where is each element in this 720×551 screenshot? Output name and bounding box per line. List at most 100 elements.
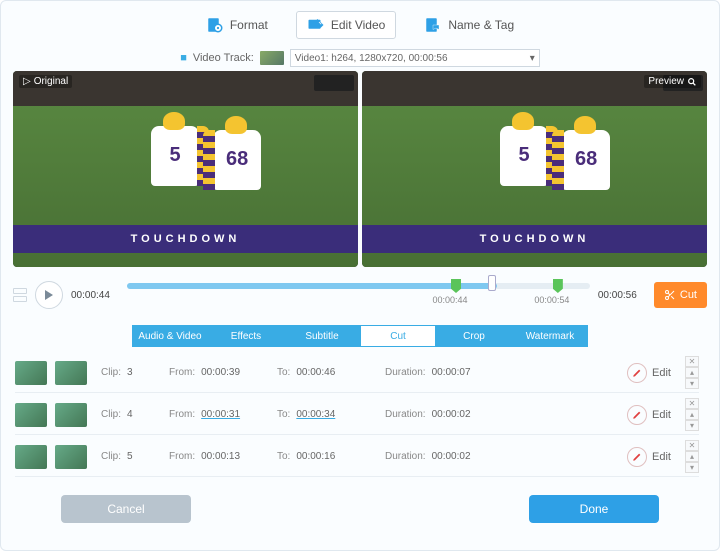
to-label: To:: [277, 409, 290, 420]
clip-number: 5: [127, 451, 133, 462]
tab-edit-video[interactable]: Edit Video: [296, 11, 397, 39]
tab-format-label: Format: [230, 18, 268, 32]
play-button[interactable]: [35, 281, 63, 309]
move-up-button[interactable]: ▴: [685, 409, 699, 420]
frame-back-button[interactable]: [13, 288, 27, 294]
pencil-icon: [627, 447, 647, 467]
cut-end-marker[interactable]: [553, 279, 563, 293]
edit-label: Edit: [652, 451, 671, 463]
edit-clip-button[interactable]: Edit: [627, 363, 671, 383]
clip-thumb: [15, 403, 47, 427]
duration-label: Duration:: [385, 409, 426, 420]
timeline-knob[interactable]: [488, 275, 496, 291]
clip-label: Clip:: [101, 451, 121, 462]
to-label: To:: [277, 367, 290, 378]
play-icon: [44, 290, 54, 300]
duration-value: 00:00:07: [432, 367, 471, 378]
clip-number: 4: [127, 409, 133, 420]
preview-output: 5 68 TOUCHDOWN Preview: [362, 71, 707, 267]
pencil-icon: [627, 405, 647, 425]
clip-row: Clip: 5 From: 00:00:13 To: 00:00:16 Duration: 0…: [15, 437, 699, 477]
from-value[interactable]: 00:00:31: [201, 409, 240, 420]
video-track-label: Video Track:: [193, 52, 254, 64]
video-track-select[interactable]: Video1: h264, 1280x720, 00:00:56 ▾: [290, 49, 540, 67]
move-down-button[interactable]: ▾: [685, 462, 699, 473]
delete-clip-button[interactable]: ✕: [685, 398, 699, 409]
tab-name-tag-label: Name & Tag: [448, 18, 514, 32]
delete-clip-button[interactable]: ✕: [685, 356, 699, 367]
pencil-icon: [627, 363, 647, 383]
score-bug: [314, 75, 354, 91]
time-total: 00:00:56: [598, 290, 646, 301]
preview-original: 5 68 TOUCHDOWN ▷ Original: [13, 71, 358, 267]
cut-button[interactable]: Cut: [654, 282, 707, 308]
to-value[interactable]: 00:00:16: [296, 451, 335, 462]
edit-video-icon: [307, 16, 325, 34]
edit-clip-button[interactable]: Edit: [627, 447, 671, 467]
to-value[interactable]: 00:00:34: [296, 409, 335, 420]
player-jersey: 68: [213, 130, 261, 190]
tick-label: 00:00:54: [534, 295, 569, 305]
edit-clip-button[interactable]: Edit: [627, 405, 671, 425]
move-up-button[interactable]: ▴: [685, 367, 699, 378]
subtab-watermark[interactable]: Watermark: [512, 325, 588, 347]
subtab-cut[interactable]: Cut: [360, 325, 436, 347]
tab-edit-video-label: Edit Video: [331, 18, 386, 32]
track-selected-text: Video1: h264, 1280x720, 00:00:56: [295, 53, 448, 64]
tab-format[interactable]: Format: [196, 11, 278, 39]
player-jersey: 5: [151, 126, 199, 186]
to-value[interactable]: 00:00:46: [296, 367, 335, 378]
from-label: From:: [169, 451, 195, 462]
clip-label: Clip:: [101, 367, 121, 378]
subtab-effects[interactable]: Effects: [208, 325, 284, 347]
player-jersey: 5: [500, 126, 548, 186]
clip-thumb: [55, 403, 87, 427]
clip-thumb: [15, 361, 47, 385]
edit-label: Edit: [652, 409, 671, 421]
clip-row: Clip: 4 From: 00:00:31 To: 00:00:34 Duration: 0…: [15, 395, 699, 435]
cut-start-marker[interactable]: [451, 279, 461, 293]
edit-label: Edit: [652, 367, 671, 379]
from-value[interactable]: 00:00:13: [201, 451, 240, 462]
duration-label: Duration:: [385, 451, 426, 462]
duration-value: 00:00:02: [432, 409, 471, 420]
subtab-audio-video[interactable]: Audio & Video: [132, 325, 208, 347]
clip-thumb: [15, 445, 47, 469]
scissors-icon: [664, 289, 676, 301]
clip-number: 3: [127, 367, 133, 378]
clip-row: Clip: 3 From: 00:00:39 To: 00:00:46 Duration: 0…: [15, 353, 699, 393]
chevron-down-icon: ▾: [530, 53, 535, 64]
cut-button-label: Cut: [680, 289, 697, 301]
from-label: From:: [169, 409, 195, 420]
to-label: To:: [277, 451, 290, 462]
move-down-button[interactable]: ▾: [685, 420, 699, 431]
clip-thumb: [55, 361, 87, 385]
from-value[interactable]: 00:00:39: [201, 367, 240, 378]
preview-tag[interactable]: Preview: [644, 75, 701, 88]
tick-label: 00:00:44: [432, 295, 467, 305]
delete-clip-button[interactable]: ✕: [685, 440, 699, 451]
magnify-icon: [687, 77, 697, 87]
done-button[interactable]: Done: [529, 495, 659, 523]
move-up-button[interactable]: ▴: [685, 451, 699, 462]
move-down-button[interactable]: ▾: [685, 378, 699, 389]
duration-label: Duration:: [385, 367, 426, 378]
tab-name-tag[interactable]: Name & Tag: [414, 11, 524, 39]
frame-fwd-button[interactable]: [13, 296, 27, 302]
cancel-button[interactable]: Cancel: [61, 495, 191, 523]
banner-text: TOUCHDOWN: [480, 233, 590, 245]
banner-text: TOUCHDOWN: [131, 233, 241, 245]
subtab-crop[interactable]: Crop: [436, 325, 512, 347]
format-icon: [206, 16, 224, 34]
track-thumb: [260, 51, 284, 65]
name-tag-icon: [424, 16, 442, 34]
clip-label: Clip:: [101, 409, 121, 420]
timeline[interactable]: 00:00:44 00:00:54: [127, 275, 590, 315]
original-tag: ▷ Original: [19, 75, 72, 88]
duration-value: 00:00:02: [432, 451, 471, 462]
from-label: From:: [169, 367, 195, 378]
player-jersey: 68: [562, 130, 610, 190]
subtab-subtitle[interactable]: Subtitle: [284, 325, 360, 347]
clip-thumb: [55, 445, 87, 469]
time-current: 00:00:44: [71, 290, 119, 301]
